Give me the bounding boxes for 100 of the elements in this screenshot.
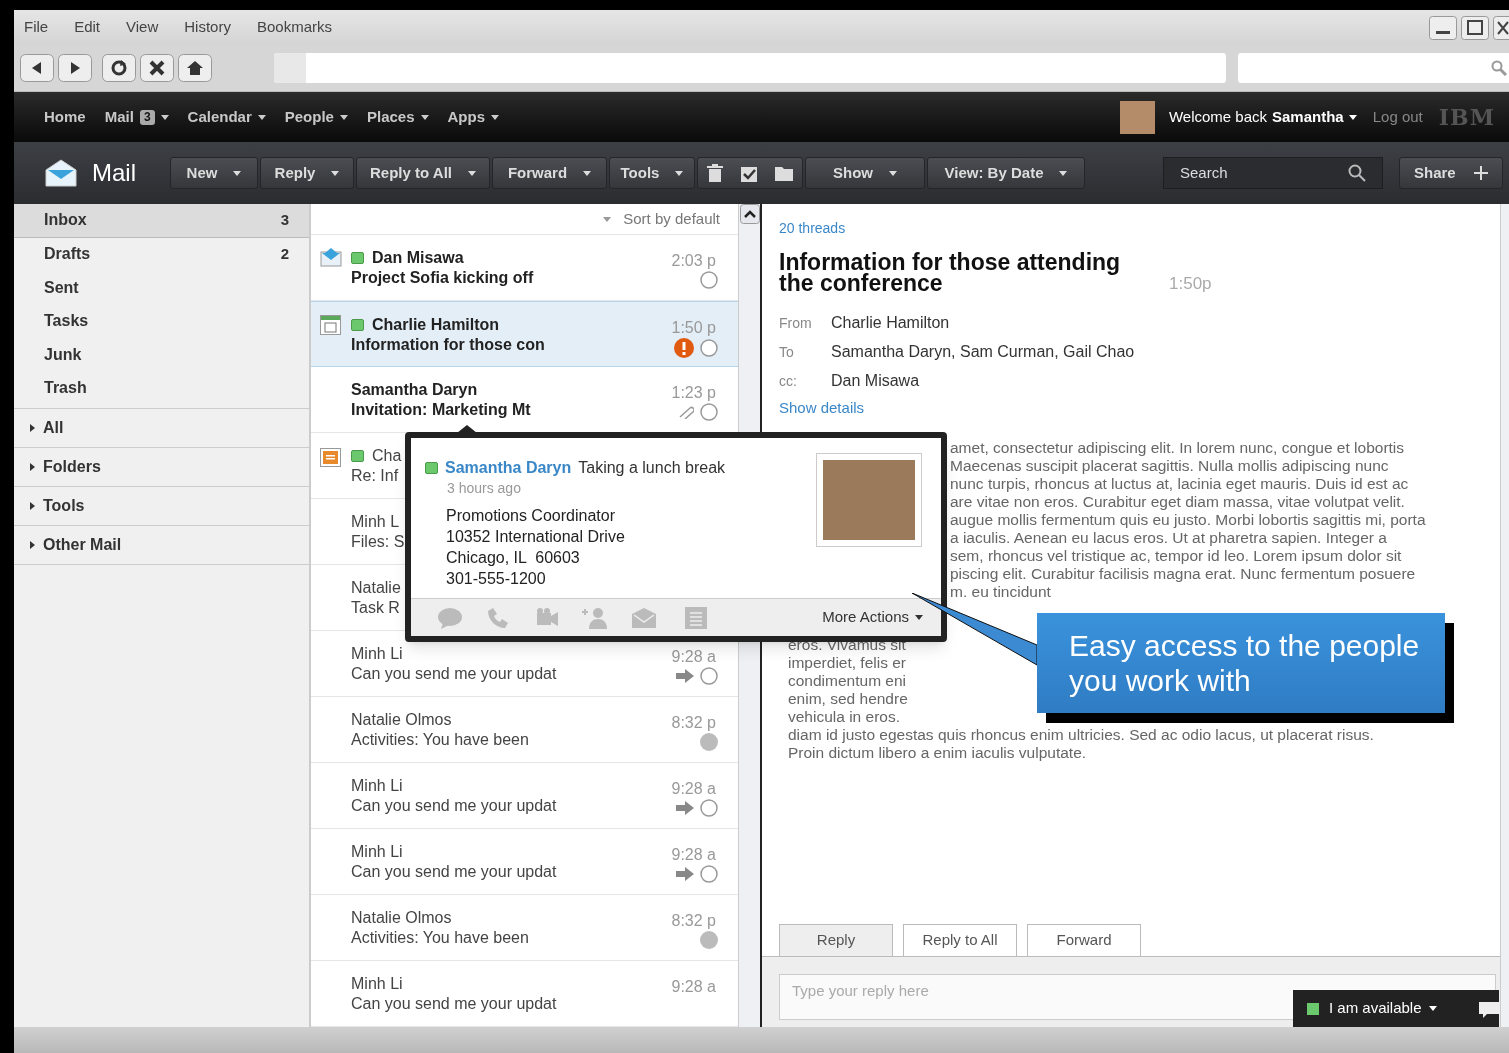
toolbar-button[interactable]: Show (805, 157, 925, 189)
section-toggle[interactable]: All (43, 416, 64, 440)
nav-link[interactable]: Mail (104, 105, 134, 129)
maximize-icon[interactable] (1461, 16, 1489, 40)
menu-item[interactable]: View (126, 16, 159, 39)
caret-icon (233, 170, 242, 176)
folder-item[interactable]: Drafts 2 (14, 237, 309, 271)
reply-tab[interactable]: Forward (1027, 924, 1141, 956)
chat-bubble-icon[interactable] (1479, 999, 1499, 1018)
expand-arrow-icon (30, 541, 35, 549)
nav-link[interactable]: Places (366, 105, 415, 129)
body-text: condimentum eni (788, 672, 907, 690)
reply-tab[interactable]: Reply (779, 924, 893, 956)
circle-icon[interactable] (700, 403, 718, 421)
more-actions-button[interactable]: More Actions (822, 606, 923, 629)
status-message: Taking a lunch break (578, 458, 726, 478)
list-icon[interactable] (685, 606, 707, 629)
filled-circle-icon[interactable] (700, 733, 718, 751)
folder-item[interactable]: Trash (14, 371, 309, 405)
sender-name: Minh Li (351, 776, 403, 796)
stop-icon[interactable] (140, 54, 174, 82)
callout-box: Easy access to the people you work with (1037, 613, 1445, 713)
menu-item[interactable]: Bookmarks (256, 16, 332, 39)
search-field[interactable]: Search (1163, 157, 1383, 189)
message-time: 2:03 p (671, 251, 716, 271)
folder-item[interactable]: Sent (14, 271, 309, 305)
scroll-up-icon[interactable] (739, 204, 760, 224)
section-toggle[interactable]: Folders (43, 455, 101, 479)
toolbar-button[interactable]: Forward (492, 157, 607, 189)
filled-circle-icon[interactable] (700, 931, 718, 949)
browser-search-field[interactable] (1238, 53, 1509, 83)
status-time: 3 hours ago (447, 479, 521, 498)
header-value: Charlie Hamilton (831, 313, 950, 333)
scrollbar[interactable] (1500, 204, 1509, 1027)
section-toggle[interactable]: Other Mail (43, 533, 122, 557)
folder-item[interactable]: Inbox 3 (14, 204, 309, 238)
folder-item[interactable]: Tasks (14, 304, 309, 338)
share-button[interactable]: Share (1399, 157, 1503, 189)
toolbar-button[interactable]: View: By Date (927, 157, 1085, 189)
sender-name: Natalie (351, 578, 401, 598)
caret-icon (603, 216, 612, 222)
sender-name: Minh L (351, 512, 400, 532)
section-toggle[interactable]: Tools (43, 494, 85, 518)
circle-icon[interactable] (700, 799, 718, 817)
sender-name: Natalie Olmos (351, 710, 452, 730)
menu-item[interactable]: History (184, 16, 231, 39)
show-details-link[interactable]: Show details (779, 397, 865, 420)
phone-icon[interactable] (485, 606, 509, 629)
reload-icon[interactable] (102, 54, 136, 82)
toolbar-button[interactable]: Reply (260, 157, 354, 189)
message-time: 9:28 a (671, 977, 716, 997)
sender-name: Charlie Hamilton (372, 315, 500, 335)
speech-bubble-icon[interactable] (437, 606, 463, 629)
message-subject: Information for those con (351, 335, 545, 355)
message-row[interactable]: Natalie Olmos Activities: You have been 8:32 p (311, 895, 738, 961)
circle-icon[interactable] (700, 865, 718, 883)
thread-count-link[interactable]: 20 threads (779, 218, 1500, 239)
toolbar-button[interactable]: Reply to All (356, 157, 490, 189)
forward-icon[interactable] (58, 54, 92, 82)
user-name-menu[interactable]: Samantha (1272, 105, 1344, 129)
back-icon[interactable] (20, 54, 54, 82)
nav-link[interactable]: Home (44, 105, 86, 129)
body-text: nunc turpis, rhoncus at luctus at, lacinia eget mauris. Duis id est ac (950, 475, 1409, 493)
logout-link[interactable]: Log out (1372, 105, 1423, 129)
envelope-icon[interactable] (631, 607, 657, 628)
nav-link[interactable]: Apps (447, 105, 485, 129)
message-time: 9:28 a (671, 779, 716, 799)
home-icon[interactable] (178, 54, 212, 82)
message-subject: Activities: You have been (351, 730, 529, 750)
minimize-icon[interactable] (1429, 16, 1457, 40)
reply-tab[interactable]: Reply to All (903, 924, 1017, 956)
folder-item[interactable]: Junk (14, 338, 309, 372)
circle-icon[interactable] (700, 271, 718, 289)
clipboard-check-icon[interactable] (740, 164, 758, 182)
add-person-icon[interactable] (581, 606, 609, 629)
menu-item[interactable]: File (24, 16, 49, 39)
body-text: m. eu tincidunt (950, 583, 1051, 601)
plus-icon (1474, 166, 1488, 180)
toolbar-button[interactable]: Tools (609, 157, 695, 189)
circle-icon[interactable] (700, 667, 718, 685)
message-row[interactable]: Charlie Hamilton Information for those con 1:50 p (311, 301, 738, 367)
message-row[interactable]: Natalie Olmos Activities: You have been 8:32 p (311, 697, 738, 763)
message-row[interactable]: Minh Li Can you send me your updat 9:28 a (311, 829, 738, 895)
unread-count: 2 (280, 244, 289, 264)
message-row[interactable]: Minh Li Can you send me your updat 9:28 a (311, 763, 738, 829)
circle-icon[interactable] (700, 339, 718, 357)
folder-icon[interactable] (775, 165, 794, 181)
body-text: Proin dictum libero a enim iaculis vulputate. (788, 744, 1087, 762)
menu-item[interactable]: Edit (74, 16, 101, 39)
toolbar-button[interactable]: New (170, 157, 258, 189)
nav-link[interactable]: People (284, 105, 334, 129)
contact-name-link[interactable]: Samantha Daryn (445, 456, 572, 480)
sort-menu[interactable]: Sort by default (623, 207, 720, 231)
close-icon[interactable] (1493, 16, 1509, 40)
trash-icon[interactable] (706, 164, 723, 182)
body-text: enim, sed hendre (788, 690, 908, 708)
sender-name: Samantha Daryn (351, 380, 478, 400)
sender-name: Minh Li (351, 842, 403, 862)
nav-link[interactable]: Calendar (187, 105, 252, 129)
message-subject: Can you send me your updat (351, 994, 557, 1014)
